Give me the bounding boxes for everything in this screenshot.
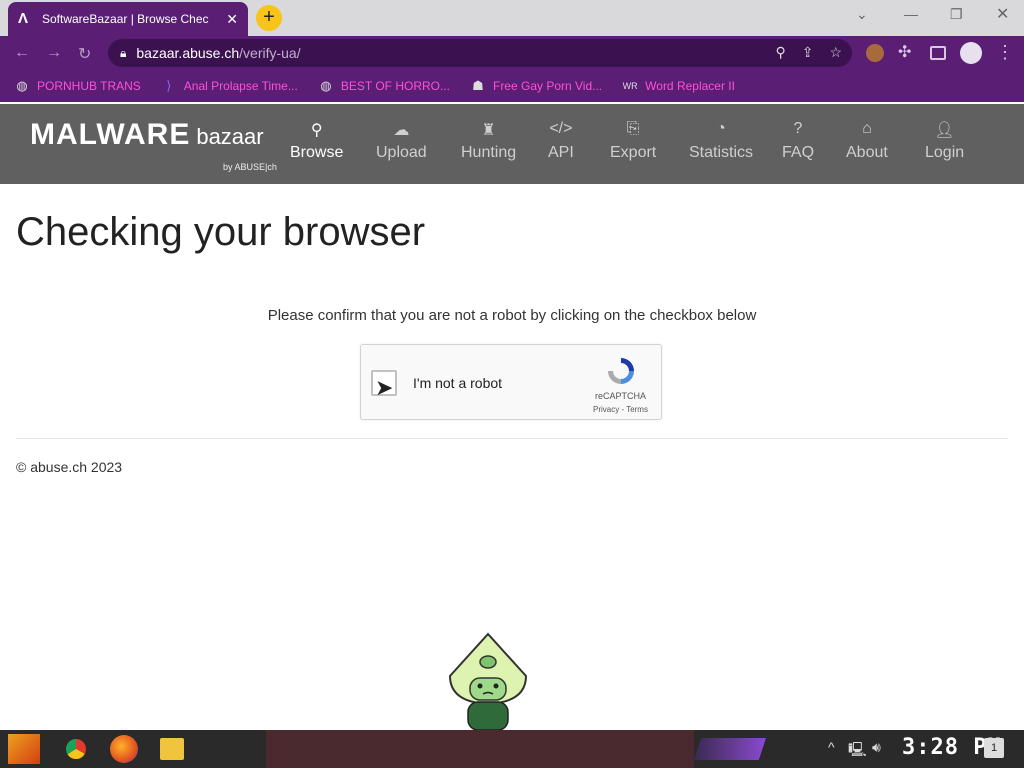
tray-chevron-icon[interactable]: ^	[828, 739, 835, 755]
bookmark-star-icon[interactable]: ☆	[829, 44, 842, 61]
recaptcha-label: I'm not a robot	[413, 375, 503, 391]
network-icon[interactable]: 🖳︎	[848, 739, 867, 763]
start-button[interactable]	[8, 734, 40, 764]
globe-icon: ◍	[320, 78, 332, 93]
forward-icon[interactable]: →	[46, 44, 62, 62]
nav-about[interactable]: ⌂ About	[846, 120, 888, 162]
bracket-icon: ⟩	[166, 78, 172, 93]
bookmark-label: Anal Prolapse Time...	[183, 79, 298, 93]
castle-icon: ♜	[481, 122, 496, 139]
browser-tab[interactable]: Λ SoftwareBazaar | Browse Chec ✕	[8, 2, 248, 36]
new-tab-button[interactable]: +	[256, 5, 282, 31]
nav-faq[interactable]: ? FAQ	[782, 120, 814, 162]
taskbar-spacer	[266, 730, 694, 768]
url-path: /verify-ua/	[239, 45, 301, 61]
taskbar-decoration	[694, 738, 766, 760]
restore-icon[interactable]: ❐	[950, 6, 963, 23]
footer-copyright: © abuse.ch 2023	[16, 459, 123, 475]
url-input[interactable]: 🔒︎ bazaar.abuse.ch /verify-ua/ ⚲ ⇪ ☆	[108, 39, 852, 67]
bookmark-label: BEST OF HORRO...	[340, 79, 450, 93]
side-panel-icon[interactable]	[930, 46, 946, 60]
peridot-mascot-image	[448, 632, 528, 731]
nav-upload[interactable]: ☁ Upload	[376, 120, 427, 162]
logo-main: MALWARE	[30, 118, 191, 151]
extensions-puzzle-icon[interactable]: ✣	[898, 42, 916, 61]
pie-chart-icon: ◔	[716, 120, 726, 137]
bookmark-item[interactable]: WR Word Replacer II	[622, 78, 735, 94]
extension-avatar-icon[interactable]	[866, 44, 884, 62]
file-explorer-icon[interactable]	[160, 738, 184, 760]
ghost-icon: ☗	[472, 78, 484, 93]
cloud-upload-icon: ☁	[393, 122, 410, 139]
address-bar: ← → ↻ 🔒︎ bazaar.abuse.ch /verify-ua/ ⚲ ⇪…	[0, 36, 1024, 70]
bookmark-item[interactable]: ☗ Free Gay Porn Vid...	[470, 78, 602, 94]
volume-icon[interactable]: 🔊︎	[872, 739, 881, 756]
nav-label: API	[548, 144, 574, 161]
site-header: MALWARE bazaar by ABUSE|ch ⚲ Browse ☁ Upl…	[0, 104, 1024, 184]
nav-label: Login	[925, 144, 965, 161]
abuse-favicon-icon: Λ	[18, 10, 29, 27]
code-icon: </>	[549, 120, 573, 137]
browser-titlebar: Λ SoftwareBazaar | Browse Chec ✕ + ⌄ — ❐…	[0, 0, 1024, 36]
tab-title: SoftwareBazaar | Browse Chec	[42, 12, 209, 26]
zoom-search-icon[interactable]: ⚲	[775, 44, 785, 61]
close-window-icon[interactable]: ✕	[996, 4, 1009, 24]
bookmark-item[interactable]: ⟩ Anal Prolapse Time...	[161, 78, 298, 94]
taskbar: ^ 🖳︎ 🔊︎ 3:28 PM 1	[0, 730, 1024, 768]
user-icon: 👤︎	[934, 122, 955, 139]
nav-api[interactable]: </> API	[548, 120, 574, 162]
wr-icon: WR	[622, 81, 638, 91]
lock-icon: 🔒︎	[120, 45, 127, 60]
captcha-instruction: Please confirm that you are not a robot …	[267, 307, 757, 324]
reload-icon[interactable]: ↻	[78, 44, 91, 64]
profile-icon[interactable]	[960, 42, 982, 64]
minimize-icon[interactable]: —	[904, 6, 918, 22]
logo-by: by ABUSE|ch	[223, 162, 277, 172]
logo-sub: bazaar	[196, 124, 264, 149]
globe-icon: ◍	[16, 78, 28, 93]
nav-label: Hunting	[461, 144, 517, 161]
nav-hunting[interactable]: ♜ Hunting	[461, 120, 516, 162]
recaptcha-logo-icon	[608, 358, 634, 384]
search-icon: ⚲	[310, 122, 323, 139]
chrome-taskbar-icon[interactable]	[62, 735, 90, 763]
nav-login[interactable]: 👤︎ Login	[925, 120, 964, 162]
divider	[16, 438, 1008, 439]
recaptcha-widget: ➤ I'm not a robot reCAPTCHA Privacy - Te…	[360, 344, 662, 420]
url-host: bazaar.abuse.ch	[136, 45, 240, 61]
menu-kebab-icon[interactable]: ⋮	[996, 42, 1014, 62]
bookmark-label: Word Replacer II	[645, 79, 735, 93]
nav-export[interactable]: ⎘ Export	[610, 120, 656, 162]
bookmark-label: PORNHUB TRANS	[37, 79, 141, 93]
nav-label: FAQ	[782, 144, 815, 161]
question-icon: ?	[793, 120, 803, 137]
nav-label: Browse	[290, 144, 344, 161]
nav-label: Export	[610, 144, 657, 161]
nav-browse[interactable]: ⚲ Browse	[290, 120, 343, 162]
recaptcha-privacy-terms[interactable]: Privacy - Terms	[593, 405, 648, 414]
nav-label: About	[846, 144, 888, 161]
back-icon[interactable]: ←	[14, 44, 30, 62]
page-title: Checking your browser	[16, 210, 426, 254]
recaptcha-brand: reCAPTCHA	[595, 391, 647, 401]
bookmark-item[interactable]: ◍ PORNHUB TRANS	[14, 78, 141, 94]
share-icon[interactable]: ⇪	[802, 44, 814, 61]
building-icon: ⌂	[862, 120, 872, 137]
bookmark-label: Free Gay Porn Vid...	[492, 79, 603, 93]
tab-close-icon[interactable]: ✕	[226, 11, 238, 28]
site-logo[interactable]: MALWARE bazaar by ABUSE|ch	[30, 118, 277, 172]
bookmarks-bar: ◍ PORNHUB TRANS ⟩ Anal Prolapse Time... …	[0, 70, 1024, 102]
bookmark-item[interactable]: ◍ BEST OF HORRO...	[318, 78, 450, 94]
nav-label: Upload	[376, 144, 427, 161]
nav-label: Statistics	[689, 144, 754, 161]
firefox-taskbar-icon[interactable]	[110, 735, 138, 763]
nav-statistics[interactable]: ◔ Statistics	[689, 120, 753, 162]
export-icon: ⎘	[626, 120, 640, 137]
notification-icon[interactable]: 1	[984, 738, 1004, 758]
mouse-cursor-icon: ➤	[375, 375, 394, 400]
tab-search-icon[interactable]: ⌄	[856, 6, 868, 23]
